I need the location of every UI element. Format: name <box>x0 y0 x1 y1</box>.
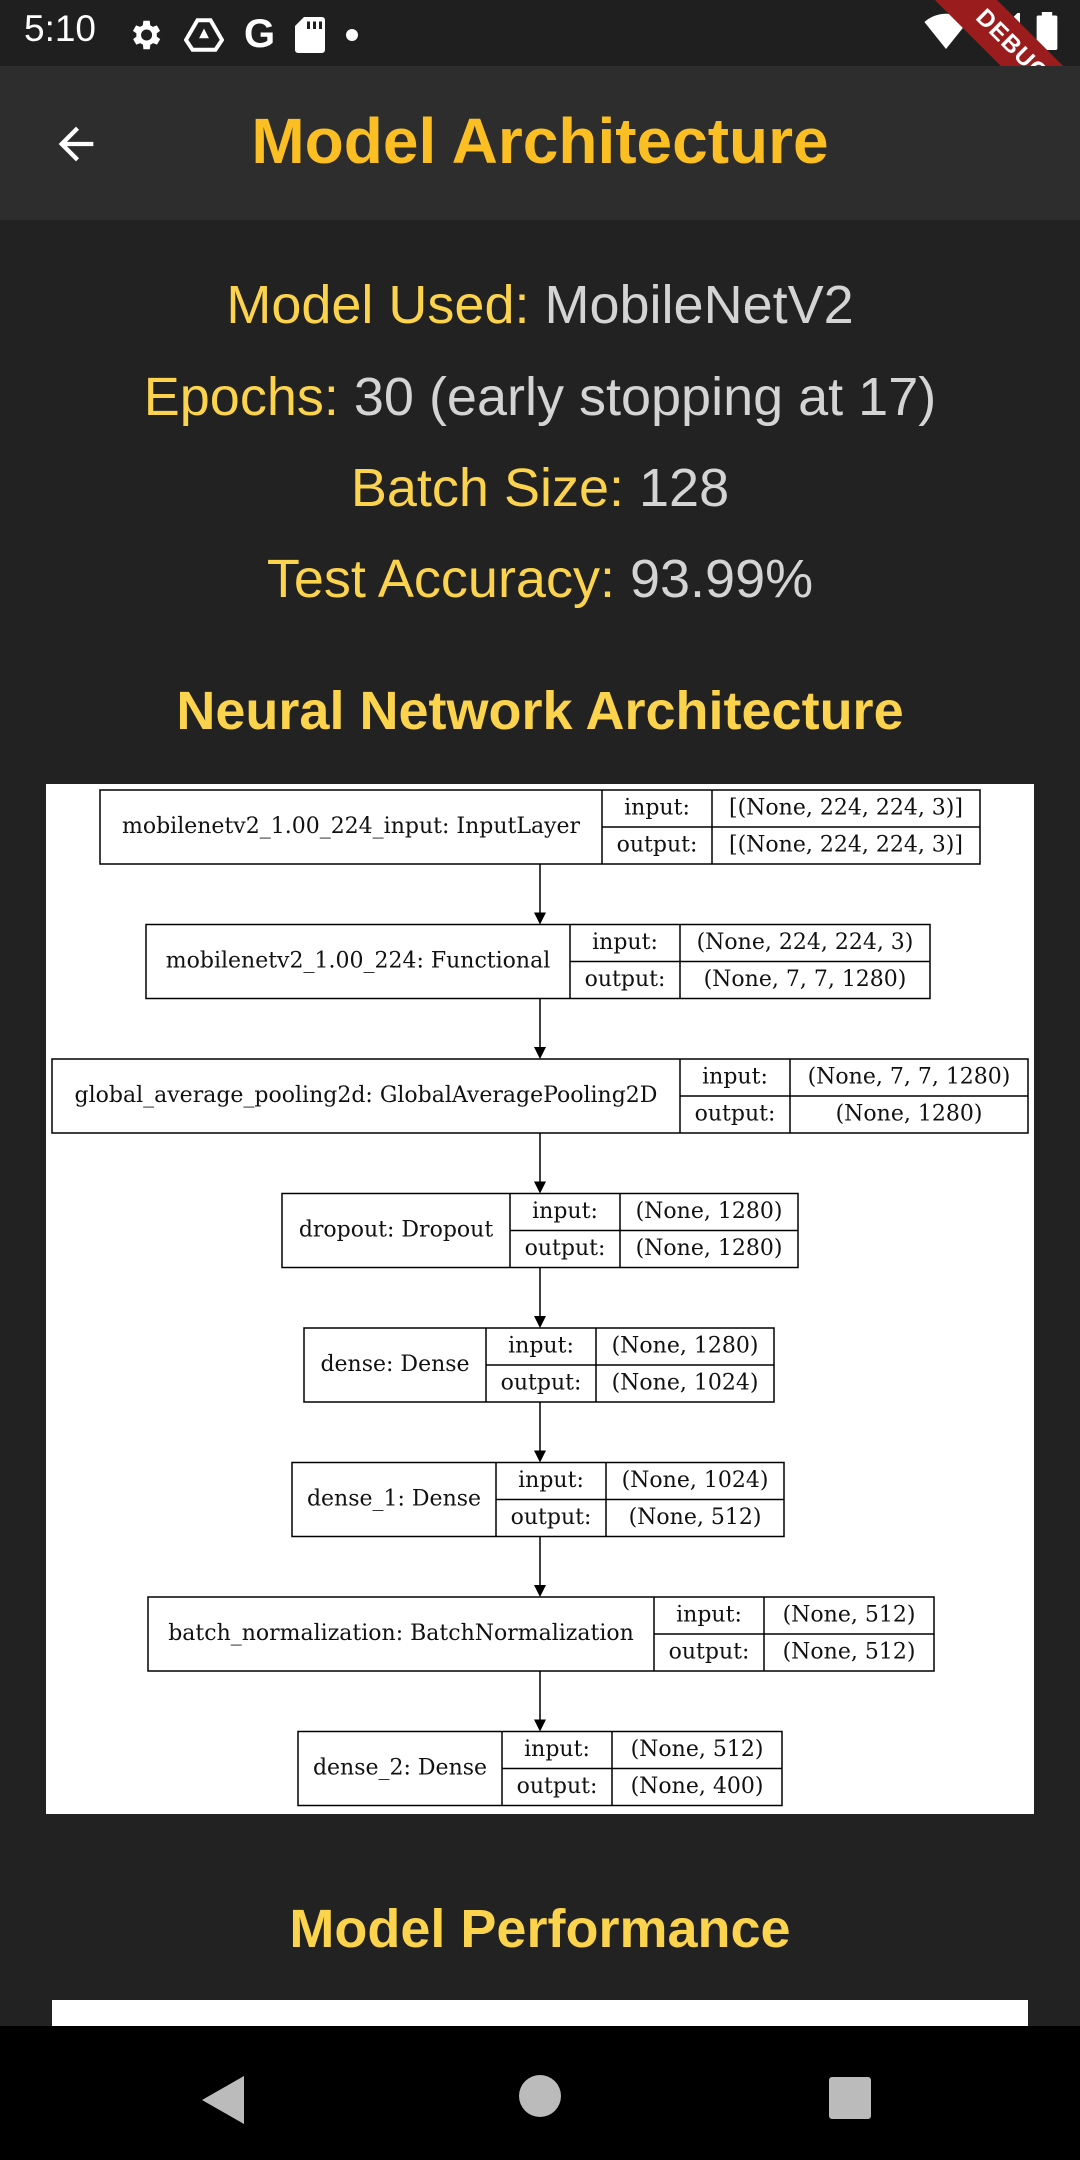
status-bar: 5:10 G DEBUG <box>0 0 1080 154</box>
output-label: output: <box>669 1640 750 1665</box>
layer-output-shape: (None, 1280) <box>636 1236 783 1261</box>
layer-output-shape: (None, 1024) <box>612 1371 759 1396</box>
nav-back-icon[interactable] <box>200 2074 248 2126</box>
page-title: Model Architecture <box>251 105 829 177</box>
layer-node: mobilenetv2_1.00_224: Functional input: ou… <box>145 923 931 1000</box>
layer-name: dense: Dense <box>320 1352 469 1377</box>
arrow-head <box>534 1719 546 1732</box>
layer-node: batch_normalization: BatchNormalization i… <box>147 1596 935 1672</box>
output-label: output: <box>501 1371 582 1396</box>
layer-name: dense_1: Dense <box>307 1487 481 1512</box>
arrow-head <box>534 1450 546 1463</box>
layer-name: global_average_pooling2d: GlobalAverageP… <box>75 1083 658 1108</box>
layer-name: dropout: Dropout <box>299 1218 493 1243</box>
architecture-diagram-svg: mobilenetv2_1.00_224_input: InputLayer in… <box>51 789 1029 1807</box>
epochs-label: Epochs: <box>143 367 354 427</box>
input-label: input: <box>532 1199 598 1224</box>
layer-input-shape: [(None, 224, 224, 3)] <box>729 796 963 821</box>
arrow-head <box>534 1181 546 1194</box>
output-label: output: <box>585 967 666 992</box>
layer-node: global_average_pooling2d: GlobalAverageP… <box>51 1058 1029 1134</box>
model-used-value: MobileNetV2 <box>544 275 854 335</box>
layer-node: dense: Dense input: output: (None, 1280) (No… <box>303 1327 775 1403</box>
arrow-head <box>534 912 546 925</box>
output-label: output: <box>617 833 698 858</box>
layer-output-shape: (None, 1280) <box>836 1102 983 1127</box>
output-label: output: <box>695 1102 776 1127</box>
output-label: output: <box>525 1236 606 1261</box>
output-label: output: <box>511 1505 592 1530</box>
layer-node: dropout: Dropout input: output: (None, 1280… <box>281 1192 799 1269</box>
nav-recents-icon[interactable] <box>828 2076 872 2120</box>
input-label: input: <box>702 1065 768 1090</box>
nav-home-icon[interactable] <box>518 2074 562 2118</box>
arrow-head <box>534 1316 546 1328</box>
epochs-row: Epochs: 30 (early stopping at 17) <box>0 366 1080 428</box>
layer-output-shape: [(None, 224, 224, 3)] <box>729 833 963 858</box>
layer-output-shape: (None, 512) <box>629 1505 762 1530</box>
input-label: input: <box>518 1468 584 1493</box>
layer-output-shape: (None, 7, 7, 1280) <box>704 967 907 992</box>
layer-input-shape: (None, 1024) <box>622 1468 769 1493</box>
layer-output-shape: (None, 512) <box>783 1640 916 1665</box>
input-label: input: <box>524 1737 590 1762</box>
batch-size-row: Batch Size: 128 <box>0 457 1080 519</box>
dot-icon <box>346 28 359 41</box>
arrow-head <box>534 1047 546 1059</box>
input-label: input: <box>508 1334 574 1359</box>
google-icon: G <box>244 12 276 56</box>
architecture-heading: Neural Network Architecture <box>176 681 904 741</box>
drive-icon <box>184 17 224 52</box>
layer-name: mobilenetv2_1.00_224: Functional <box>166 949 550 974</box>
layer-node: dense_2: Dense input: output: (None, 512) (N… <box>297 1730 783 1807</box>
batch-size-label: Batch Size: <box>350 458 640 518</box>
input-label: input: <box>592 930 658 955</box>
test-accuracy-label: Test Accuracy: <box>266 549 630 609</box>
app-bar: Model Architecture <box>0 66 1080 220</box>
architecture-diagram: mobilenetv2_1.00_224_input: InputLayer in… <box>46 784 1034 1814</box>
layer-name: dense_2: Dense <box>313 1756 487 1781</box>
layer-input-shape: (None, 512) <box>783 1603 916 1628</box>
input-label: input: <box>676 1603 742 1628</box>
layer-name: mobilenetv2_1.00_224_input: InputLayer <box>122 814 581 839</box>
status-time: 5:10 <box>24 8 97 49</box>
layer-input-shape: (None, 7, 7, 1280) <box>808 1065 1011 1090</box>
model-used-label: Model Used: <box>226 275 545 335</box>
layer-name: batch_normalization: BatchNormalization <box>168 1621 634 1646</box>
navigation-bar <box>0 2026 1080 2160</box>
layer-input-shape: (None, 224, 224, 3) <box>697 930 914 955</box>
output-label: output: <box>517 1774 598 1799</box>
layer-input-shape: (None, 1280) <box>612 1334 759 1359</box>
arrow-head <box>534 1585 546 1597</box>
layer-input-shape: (None, 512) <box>631 1737 764 1762</box>
test-accuracy-value: 93.99% <box>629 549 814 609</box>
input-label: input: <box>624 796 690 821</box>
test-accuracy-row: Test Accuracy: 93.99% <box>0 548 1080 610</box>
epochs-value: 30 (early stopping at 17) <box>353 367 937 427</box>
layer-input-shape: (None, 1280) <box>636 1199 783 1224</box>
sd-card-icon <box>295 16 326 53</box>
layer-node: mobilenetv2_1.00_224_input: InputLayer in… <box>99 789 981 865</box>
layer-node: dense_1: Dense input: output: (None, 1024) (… <box>291 1461 785 1538</box>
layer-output-shape: (None, 400) <box>631 1774 764 1799</box>
batch-size-value: 128 <box>639 458 730 518</box>
settings-icon <box>132 20 161 49</box>
model-used-row: Model Used: MobileNetV2 <box>0 274 1080 336</box>
performance-heading: Model Performance <box>289 1899 791 1959</box>
